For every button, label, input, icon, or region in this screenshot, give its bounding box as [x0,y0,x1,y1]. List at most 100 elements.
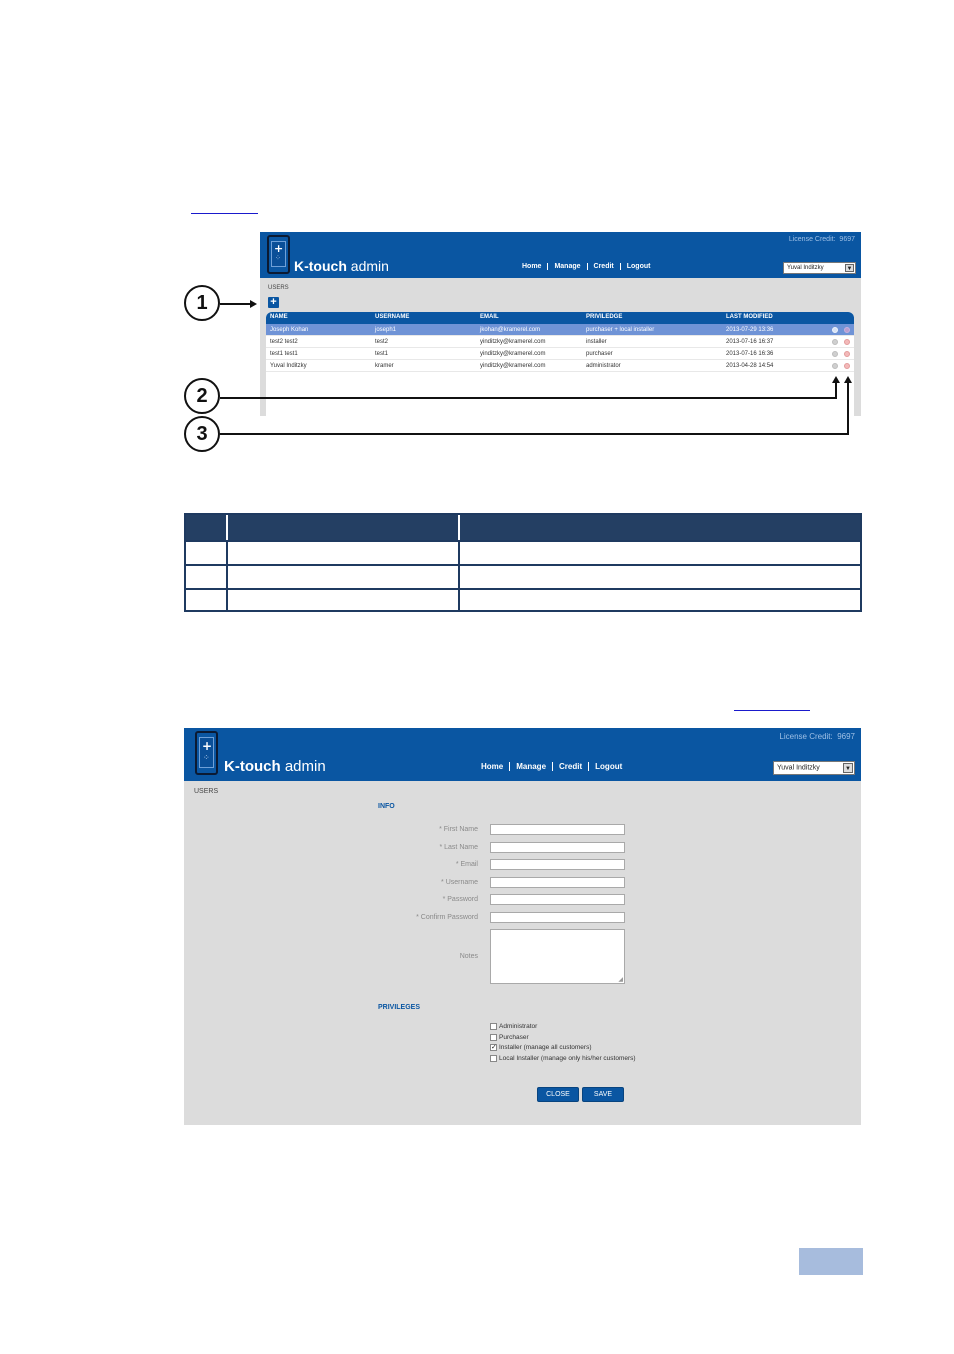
cell-name: test1 test1 [270,351,298,357]
privilege-purchaser[interactable]: Purchaser [490,1034,529,1041]
cell-email: yinditzky@kramerel.com [480,339,546,345]
col-name[interactable]: NAME [270,314,288,320]
checkbox[interactable] [490,1023,497,1030]
cell-username: test1 [375,351,389,357]
nav-credit[interactable]: Credit [586,263,620,270]
nav-home[interactable]: Home [481,762,509,771]
nav-manage[interactable]: Manage [509,762,552,771]
notes-label: Notes [459,953,478,960]
cell-email: yinditzky@kramerel.com [480,363,546,369]
checkbox[interactable] [490,1055,497,1062]
section-label-users: USERS [268,285,289,291]
privilege-installer[interactable]: ✓ Installer (manage all customers) [490,1044,591,1051]
cell-username: joseph1 [375,327,397,333]
cell-name: test2 test2 [270,339,298,345]
callout-3-arrow [844,376,852,383]
link-underline-middle[interactable] [734,710,810,711]
cell-email: jkohan@kramerel.com [480,327,541,333]
callout-2-arrow [832,376,840,383]
chevron-down-icon: ▼ [845,264,854,272]
page-number-box [799,1248,863,1275]
confirm-password-field[interactable] [490,912,625,923]
link-underline-top[interactable] [191,213,258,214]
col-username[interactable]: USERNAME [375,314,409,320]
app-header-users-list: + ⁘ K-touch admin License Credit: 9697 H… [260,232,861,278]
users-table: NAME USERNAME EMAIL PRIVILEDGE LAST MODI… [266,312,854,416]
callout-3: 3 [184,416,220,452]
first-name-field[interactable] [490,824,625,835]
checkbox[interactable] [490,1034,497,1041]
table-row[interactable]: test1 test1 test1 yinditzky@kramerel.com… [266,348,854,360]
table-header: NAME USERNAME EMAIL PRIVILEDGE LAST MODI… [266,312,854,324]
callout-1-arrow [250,300,257,308]
app-header-user-form: + ⁘ K-touch admin License Credit: 9697 H… [184,728,861,781]
app-body-user-form: USERS INFO * First Name * Last Name * Em… [184,781,861,1125]
phone-logo-icon: + ⁘ [195,731,218,775]
phone-logo-icon: + ⁘ [267,235,290,274]
cell-last-modified: 2013-07-16 16:37 [726,339,774,345]
edit-icon[interactable] [832,339,838,345]
cell-email: yinditzky@kramerel.com [480,351,546,357]
email-field[interactable] [490,859,625,870]
callout-1-line [220,303,250,305]
table-row[interactable]: test2 test2 test2 yinditzky@kramerel.com… [266,336,854,348]
cell-privilege: purchaser [586,351,613,357]
notes-textarea[interactable]: ◢ [490,929,625,984]
cell-privilege: installer [586,339,607,345]
col-last-modified[interactable]: LAST MODIFIED [726,314,773,320]
nav-logout[interactable]: Logout [619,263,657,270]
description-row [186,588,860,612]
delete-icon[interactable] [844,351,850,357]
edit-icon[interactable] [832,327,838,333]
save-button[interactable]: SAVE [582,1087,624,1102]
privileges-section-title: PRIVILEGES [378,1004,421,1011]
nav-credit[interactable]: Credit [552,762,588,771]
nav-manage[interactable]: Manage [547,263,586,270]
callout-1: 1 [184,285,220,321]
password-field[interactable] [490,894,625,905]
checkbox-checked[interactable]: ✓ [490,1044,497,1051]
main-nav: Home Manage Credit Logout [481,762,628,771]
edit-icon[interactable] [832,363,838,369]
delete-icon[interactable] [844,327,850,333]
resize-grip-icon[interactable]: ◢ [618,976,623,983]
info-section-title: INFO [378,803,395,810]
callout-2-line-h [220,397,837,399]
cell-name: Yuval Inditzky [270,363,307,369]
delete-icon[interactable] [844,339,850,345]
first-name-label: * First Name [439,826,478,833]
license-credit: License Credit: 9697 [779,732,855,741]
col-privilege[interactable]: PRIVILEDGE [586,314,622,320]
privilege-local-installer[interactable]: Local Installer (manage only his/her cus… [490,1055,636,1062]
edit-icon[interactable] [832,351,838,357]
privilege-administrator[interactable]: Administrator [490,1023,537,1030]
email-label: * Email [455,861,478,868]
nav-home[interactable]: Home [522,263,547,270]
nav-logout[interactable]: Logout [588,762,628,771]
description-table-header [186,515,860,540]
user-select[interactable]: Yuval Inditzky ▼ [783,262,856,274]
user-select[interactable]: Yuval Inditzky ▼ [773,761,855,775]
cell-username: test2 [375,339,389,345]
last-name-field[interactable] [490,842,625,853]
callout-3-line-h [220,433,849,435]
username-field[interactable] [490,877,625,888]
main-nav: Home Manage Credit Logout [522,263,656,270]
cell-name: Joseph Kohan [270,327,309,333]
cell-username: kramer [375,363,394,369]
table-row[interactable]: Yuval Inditzky kramer yinditzky@kramerel… [266,360,854,372]
table-row[interactable]: Joseph Kohan joseph1 jkohan@kramerel.com… [266,324,854,336]
brand-title: K-touch admin [294,258,389,274]
col-email[interactable]: EMAIL [480,314,499,320]
password-label: * Password [442,896,478,903]
callout-3-line-v [847,382,849,435]
chevron-down-icon: ▼ [843,763,853,773]
close-button[interactable]: CLOSE [537,1087,579,1102]
cell-last-modified: 2013-07-29 13:36 [726,327,774,333]
delete-icon[interactable] [844,363,850,369]
cell-last-modified: 2013-07-16 16:36 [726,351,774,357]
cell-last-modified: 2013-04-28 14:54 [726,363,774,369]
description-table [184,513,862,612]
description-row [186,564,860,588]
add-user-button[interactable]: + [268,297,279,308]
